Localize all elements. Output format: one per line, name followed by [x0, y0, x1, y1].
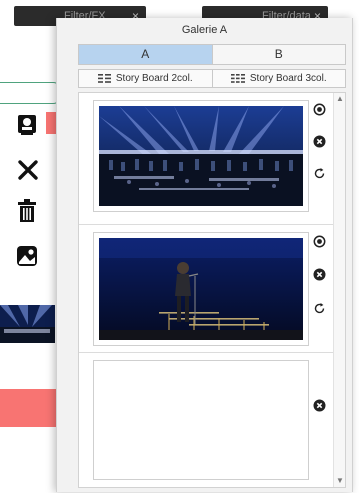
singer-stage-photo [99, 238, 303, 340]
delete-icon[interactable] [313, 399, 326, 412]
gallery-item [79, 93, 334, 225]
bg-red-button[interactable] [0, 389, 60, 427]
storyboard-3col-button[interactable]: Story Board 3col. [211, 70, 346, 87]
storyboard-3col-label: Story Board 3col. [249, 73, 327, 84]
storyboard-2col-label: Story Board 2col. [115, 73, 193, 84]
gallery-list: ▲ ▼ [78, 92, 346, 488]
scroll-down-arrow-icon[interactable]: ▼ [334, 475, 345, 487]
show-icon[interactable] [313, 235, 326, 248]
gallery-panel: Galerie A A B Story Board 2col. Story Bo… [56, 18, 353, 492]
panel-title: Galerie A [181, 24, 228, 36]
bg-thumbnail[interactable] [0, 305, 55, 343]
refresh-icon[interactable] [313, 302, 326, 315]
close-icon[interactable] [16, 158, 42, 184]
gallery-tab-bar: A B [78, 44, 346, 65]
storyboard-2col-button[interactable]: Story Board 2col. [79, 70, 212, 87]
three-column-icon [230, 74, 245, 83]
bg-green-field[interactable] [0, 82, 62, 104]
empty-image-frame[interactable] [93, 360, 309, 480]
two-column-icon [97, 74, 111, 83]
refresh-icon[interactable] [313, 167, 326, 180]
trash-icon[interactable] [16, 199, 42, 225]
delete-icon[interactable] [313, 135, 326, 148]
bg-red-marker [46, 112, 56, 134]
scrollbar[interactable]: ▲ ▼ [333, 93, 345, 487]
tab-b[interactable]: B [211, 45, 345, 64]
portrait-icon[interactable] [16, 114, 42, 140]
delete-icon[interactable] [313, 268, 326, 281]
image-frame[interactable] [93, 100, 309, 212]
storyboard-bar: Story Board 2col. Story Board 3col. [78, 69, 346, 88]
image-frame[interactable] [93, 232, 309, 346]
gallery-item-empty [79, 353, 334, 487]
scroll-up-arrow-icon[interactable]: ▲ [334, 93, 345, 105]
gallery-item [79, 225, 334, 353]
tab-a[interactable]: A [79, 45, 212, 64]
image-icon[interactable] [16, 245, 42, 271]
concert-stage-photo [99, 106, 303, 206]
show-icon[interactable] [313, 103, 326, 116]
